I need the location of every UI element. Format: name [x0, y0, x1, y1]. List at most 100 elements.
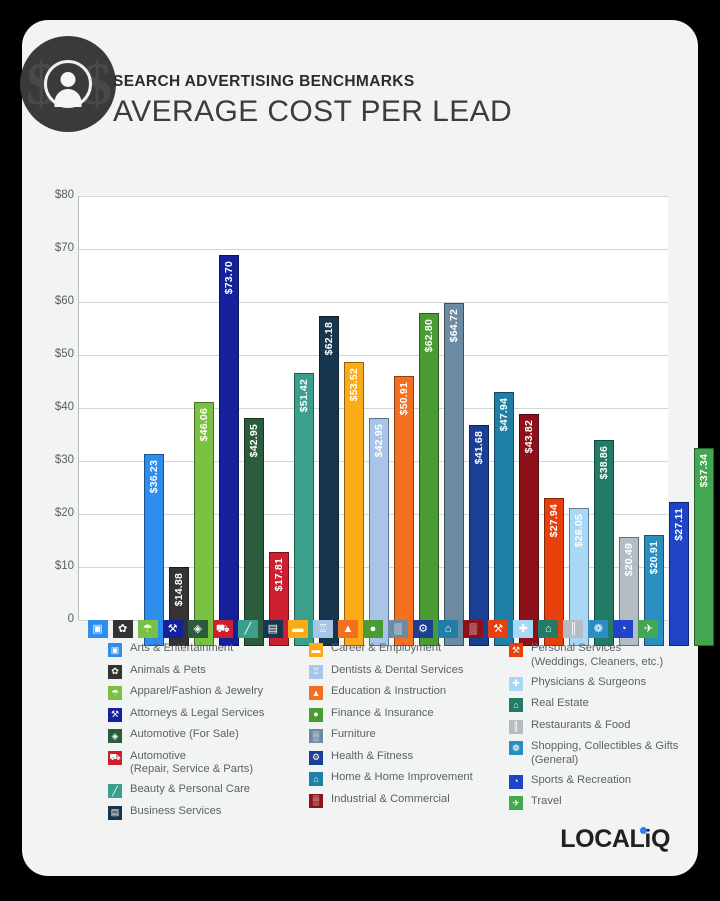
- storefront-icon: ⌂: [538, 620, 559, 638]
- bar-value-label: $20.91: [648, 541, 661, 575]
- paw-icon: ✿: [112, 620, 133, 638]
- graduation-cap-icon: ▲: [309, 686, 323, 700]
- sofa-icon: ▒: [309, 729, 323, 743]
- legend-item: ▲ Education & Instruction: [309, 685, 505, 700]
- tshirt-icon: ☂: [108, 686, 122, 700]
- legend-item: ☂ Apparel/Fashion & Jewelry: [108, 685, 308, 700]
- bar-value-label: $51.42: [297, 379, 310, 413]
- car-icon: ⛟: [108, 750, 122, 765]
- legend-item: ▣ Arts & Entertainment: [108, 642, 308, 657]
- lipstick-icon: ╱: [237, 620, 258, 638]
- airplane-icon: ✈: [509, 796, 523, 810]
- infographic-root: $$$ SEARCH ADVERTISING BENCHMARKS AVERAG…: [0, 0, 720, 901]
- bar: $38.86: [594, 440, 615, 646]
- brand-text-after: Q: [650, 825, 670, 853]
- y-axis-tick-label: $60: [54, 295, 74, 307]
- legend-item-label: Arts & Entertainment: [130, 642, 234, 654]
- bar-value-label: $36.23: [147, 459, 160, 494]
- bar: $42.95: [368, 418, 389, 646]
- legend-item-label: Industrial & Commercial: [331, 792, 450, 805]
- bar-value-label: $42.95: [372, 424, 385, 458]
- car-icon: ⛟: [212, 620, 233, 638]
- bar-value-label: $62.80: [423, 319, 435, 353]
- house-icon: ⌂: [309, 772, 323, 786]
- bar: $36.23: [143, 453, 164, 646]
- legend-item: ▬ Career & Employment: [309, 642, 505, 657]
- bar: $46.06: [193, 401, 214, 646]
- legend-item-label: Dentists & Dental Services: [331, 663, 464, 676]
- y-axis-line: [78, 196, 79, 620]
- bar-value-label: $20.49: [623, 543, 636, 577]
- legend-item: ▒ Industrial & Commercial: [309, 793, 505, 808]
- legend-item-label: Personal Services (Weddings, Cleaners, e…: [531, 642, 664, 668]
- tshirt-icon: ☂: [137, 620, 158, 638]
- legend-item-label: Business Services: [130, 804, 222, 817]
- bar-value-label: $37.34: [698, 454, 711, 488]
- legend-item-label: Attorneys & Legal Services: [130, 706, 265, 719]
- graduation-cap-icon: ▲: [337, 620, 358, 638]
- legend-item-label: Beauty & Personal Care: [130, 783, 251, 795]
- bar: $43.82: [519, 413, 540, 646]
- bar-value-label: $64.72: [448, 308, 461, 343]
- car-tag-icon: ◈: [108, 729, 122, 743]
- bar: $62.18: [318, 316, 339, 646]
- bar-value-label: $17.81: [272, 557, 285, 591]
- legend-item-label: Finance & Insurance: [331, 706, 434, 719]
- legend-item: ⌂ Real Estate: [509, 697, 699, 712]
- legend-item-label: Health & Fitness: [331, 749, 414, 762]
- y-axis-tick-label: $40: [54, 401, 74, 413]
- gift-bow-icon: ❁: [509, 741, 523, 755]
- piggy-bank-icon: ●: [309, 707, 323, 722]
- legend-column-1: ▣ Arts & Entertainment ✿ Animals & Pets ☂ App…: [108, 642, 308, 826]
- legend-item-label: Automotive (Repair, Service & Parts): [130, 749, 254, 776]
- piggy-bank-icon: ●: [363, 620, 383, 638]
- document-icon: ▤: [262, 620, 283, 638]
- bar-value-label: $46.06: [197, 407, 210, 442]
- legend-item: ⚒ Attorneys & Legal Services: [108, 707, 308, 722]
- factory-icon: ▒: [309, 793, 323, 808]
- legend-item: ▤ Business Services: [108, 805, 308, 820]
- bar: $50.91: [393, 376, 414, 646]
- bar-value-label: $27.94: [548, 503, 561, 538]
- airplane-icon: ✈: [638, 620, 659, 638]
- legend-column-2: ▬ Career & Employment ♖ Dentists & Dental S…: [309, 642, 505, 814]
- bar-value-label: $50.91: [397, 382, 410, 416]
- bar-value-label: $47.94: [498, 397, 511, 432]
- legend-item: ⌂ Home & Home Improvement: [309, 771, 505, 786]
- bar: $42.95: [243, 418, 264, 646]
- factory-icon: ▒: [463, 620, 484, 638]
- bar-value-label: $26.05: [573, 513, 586, 548]
- bar: $47.94: [494, 391, 515, 646]
- dumbbell-icon: ⚙: [309, 750, 323, 765]
- tooth-icon: ♖: [312, 620, 333, 638]
- bar: $41.68: [469, 425, 490, 646]
- bar: $27.11: [669, 502, 690, 646]
- plot-area: $36.23 $14.88 $46.06 $73.70 $42.95 $17.81 $51.…: [78, 196, 715, 646]
- picture-icon: ▣: [87, 620, 108, 638]
- legend-item-label: Real Estate: [531, 697, 589, 709]
- legend-item-label: Home & Home Improvement: [331, 771, 473, 783]
- storefront-icon: ⌂: [509, 698, 523, 712]
- legend-item-label: Travel: [531, 795, 562, 807]
- legend-item: ⚒ Personal Services (Weddings, Cleaners, …: [509, 642, 699, 669]
- page-title: AVERAGE COST PER LEAD: [113, 95, 513, 128]
- wrench-person-icon: ⚒: [488, 620, 509, 638]
- gridline: [78, 196, 668, 197]
- bar: $62.80: [419, 313, 439, 646]
- bar-value-label: $42.95: [247, 424, 260, 458]
- y-axis-tick-label: $20: [54, 507, 74, 519]
- picture-icon: ▣: [108, 643, 122, 657]
- document-icon: ▤: [108, 805, 122, 820]
- bar: $51.42: [293, 373, 314, 646]
- car-tag-icon: ◈: [187, 620, 208, 638]
- legend-item: ⚙ Health & Fitness: [309, 750, 505, 765]
- legend-item: ✿ Animals & Pets: [108, 664, 308, 679]
- legend-item: ║ Restaurants & Food: [509, 719, 699, 734]
- bar: $64.72: [444, 302, 465, 646]
- infographic-card: $$$ SEARCH ADVERTISING BENCHMARKS AVERAG…: [20, 20, 715, 876]
- legend-item-label: Restaurants & Food: [531, 718, 631, 731]
- person-dollar-logo-icon: $$$: [20, 36, 116, 132]
- tooth-icon: ♖: [309, 664, 323, 679]
- lipstick-icon: ╱: [108, 784, 122, 798]
- legend-item-label: Furniture: [331, 728, 376, 740]
